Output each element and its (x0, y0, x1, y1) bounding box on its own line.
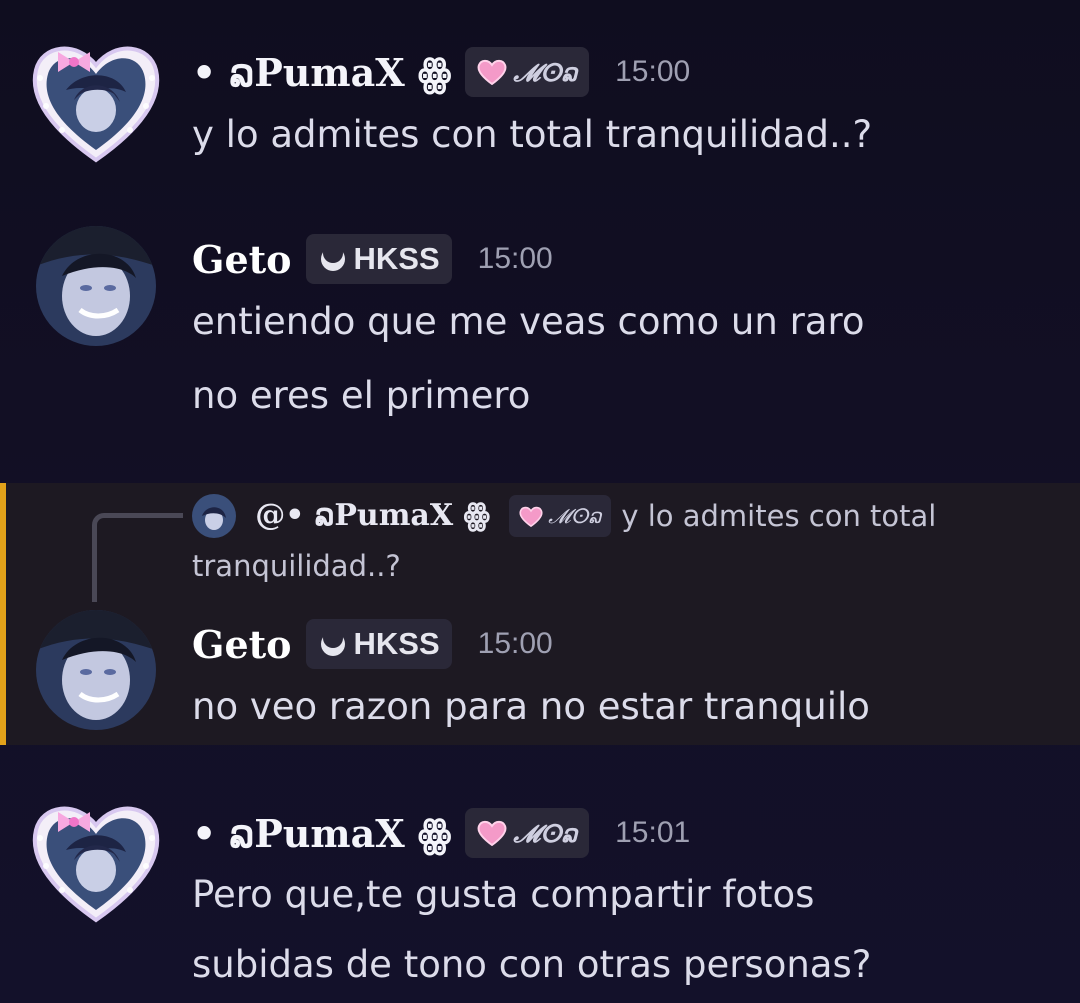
crescent-moon-icon (320, 629, 345, 656)
timestamp: 15:00 (477, 242, 553, 275)
guild-tag-label: 𝓜ⵙລ (548, 504, 602, 528)
reply-username[interactable]: @• ລPumaX ꙮ (255, 498, 490, 533)
pink-heart-icon (477, 59, 507, 85)
guild-tag[interactable]: HKSS (305, 234, 452, 284)
username[interactable]: • ລPumaX ꙮ (192, 50, 451, 95)
avatar[interactable] (36, 226, 156, 346)
timestamp: 15:00 (615, 55, 691, 88)
crescent-moon-icon (320, 244, 345, 271)
message-text: no veo razon para no estar tranquilo (192, 685, 870, 728)
guild-tag[interactable]: 𝓜ⵙລ (465, 808, 590, 858)
guild-tag-label: HKSS (353, 626, 440, 661)
avatar (192, 494, 236, 538)
guild-tag: 𝓜ⵙລ (509, 495, 612, 537)
username[interactable]: Geto (192, 237, 292, 282)
timestamp: 15:01 (615, 816, 691, 849)
reply-connector (92, 513, 183, 602)
message-text: y lo admites con total tranquilidad..? (192, 113, 873, 156)
username[interactable]: Geto (192, 622, 292, 667)
avatar[interactable] (26, 30, 166, 170)
mention-highlight-bar (0, 483, 6, 745)
guild-tag-label: 𝓜ⵙລ (513, 57, 578, 87)
username[interactable]: • ລPumaX ꙮ (192, 811, 451, 856)
avatar[interactable] (36, 610, 156, 730)
guild-tag-label: 𝓜ⵙລ (513, 818, 578, 848)
guild-tag[interactable]: 𝓜ⵙລ (465, 47, 590, 97)
message-text: entiendo que me veas como un raro (192, 300, 865, 343)
timestamp: 15:00 (477, 627, 553, 660)
message-text: no eres el primero (192, 374, 531, 417)
message-header: • ລPumaX ꙮ 𝓜ⵙລ 15:00 (192, 42, 690, 102)
guild-tag-label: HKSS (353, 241, 440, 276)
message-header: Geto HKSS 15:00 (192, 614, 553, 674)
guild-tag[interactable]: HKSS (305, 619, 452, 669)
pink-heart-icon (477, 820, 507, 846)
pink-heart-icon (519, 506, 543, 527)
message-text: subidas de tono con otras personas? (192, 943, 872, 986)
avatar[interactable] (26, 790, 166, 930)
message-header: • ລPumaX ꙮ 𝓜ⵙລ 15:01 (192, 803, 690, 863)
message-text: Pero que,te gusta compartir fotos (192, 873, 815, 916)
message-header: Geto HKSS 15:00 (192, 229, 553, 289)
reply-preview[interactable]: @• ລPumaX ꙮ 𝓜ⵙລ y lo admites con total t… (192, 490, 1052, 590)
